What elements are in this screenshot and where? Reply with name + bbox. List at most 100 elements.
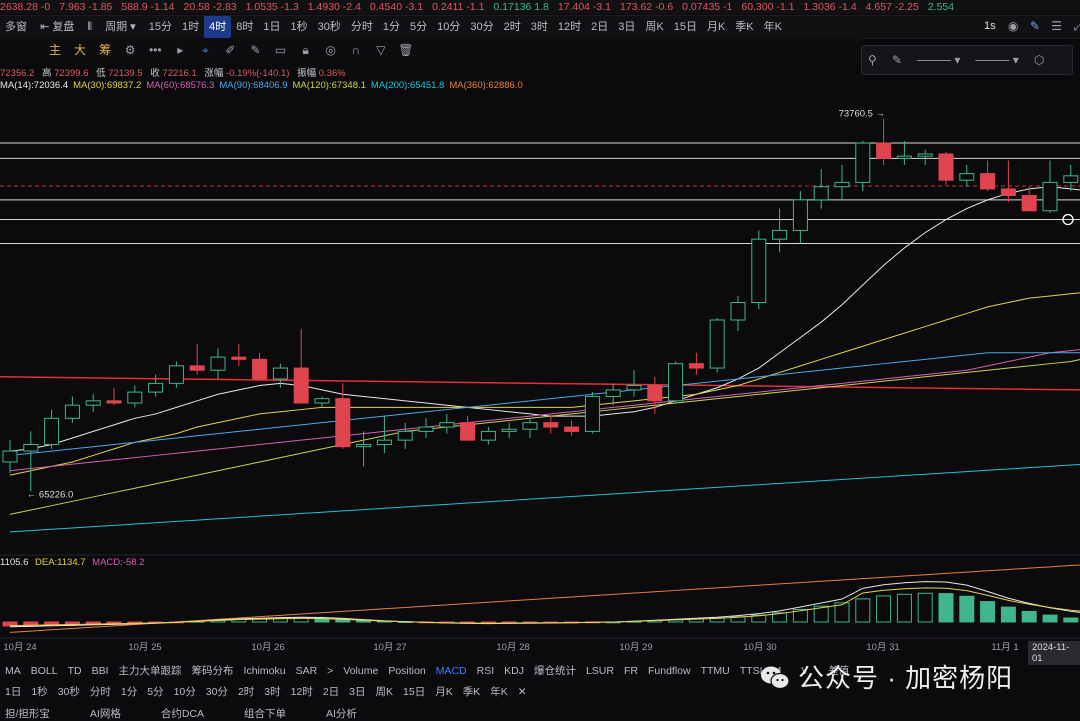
- candle-body: [751, 238, 767, 304]
- candle-body: [127, 391, 143, 404]
- indicator-tab[interactable]: MACD: [431, 662, 472, 680]
- ma-line-5: [9, 463, 1080, 533]
- candle-body: [647, 385, 663, 402]
- date-label: 11月 1: [991, 642, 1018, 653]
- bottom-interval-季K[interactable]: 季K: [458, 683, 486, 701]
- macd-bar: [1042, 614, 1058, 623]
- macd-bar: [896, 593, 912, 623]
- candle-body: [44, 417, 60, 446]
- function-button[interactable]: AI分析: [321, 705, 362, 721]
- date-label: 10月 28: [496, 642, 529, 653]
- ma-line-2: [9, 349, 1080, 472]
- candle-body: [252, 358, 268, 380]
- close-icon[interactable]: ✕: [513, 683, 532, 701]
- function-button[interactable]: 组合下单: [239, 705, 291, 721]
- candle-body: [668, 363, 684, 402]
- indicator-tab[interactable]: LSUR: [581, 662, 619, 680]
- candle-body: [896, 155, 912, 159]
- candle-body: [917, 153, 933, 157]
- indicator-tab[interactable]: BBI: [87, 662, 114, 680]
- date-label: 10月 29: [619, 642, 652, 653]
- candle-body: [730, 302, 746, 321]
- candle-body: [106, 400, 122, 404]
- macd-bar: [1063, 617, 1079, 623]
- date-label: 10月 25: [128, 642, 161, 653]
- candle-body: [938, 153, 954, 181]
- date-label: 10月 27: [373, 642, 406, 653]
- function-button[interactable]: 担/担形宝: [0, 705, 55, 721]
- macd-bar: [980, 601, 996, 623]
- candle-body: [210, 356, 226, 371]
- indicator-tab[interactable]: FR: [619, 662, 643, 680]
- candle-body: [439, 422, 455, 428]
- bottom-interval-3日[interactable]: 3日: [344, 683, 370, 701]
- candle-body: [148, 382, 164, 393]
- bottom-interval-3时[interactable]: 3时: [259, 683, 285, 701]
- bottom-interval-30秒[interactable]: 30秒: [53, 683, 85, 701]
- ma-line-0: [9, 186, 1080, 452]
- candle-body: [168, 365, 184, 384]
- indicator-tab[interactable]: 爆仓统计: [529, 662, 581, 680]
- candle-body: [980, 173, 996, 190]
- candle-body: [293, 367, 309, 404]
- bottom-interval-30分[interactable]: 30分: [201, 683, 233, 701]
- bottom-interval-10分[interactable]: 10分: [169, 683, 201, 701]
- indicator-tab[interactable]: RSI: [472, 662, 500, 680]
- candle-body: [584, 395, 600, 432]
- candle-body: [876, 142, 892, 159]
- high-annotation: 73760.5 →: [839, 109, 885, 120]
- macd-bar: [876, 595, 892, 623]
- indicator-tab[interactable]: MA: [0, 662, 26, 680]
- candle-body: [772, 229, 788, 240]
- candle-body: [335, 398, 351, 448]
- bottom-interval-分时[interactable]: 分时: [85, 683, 116, 701]
- candle-body: [626, 385, 642, 391]
- bottom-interval-5分[interactable]: 5分: [142, 683, 168, 701]
- candle-body: [85, 400, 101, 406]
- macd-legend: 1105.6 DEA:1134.7 MACD:-58.2: [0, 557, 145, 568]
- indicator-tab[interactable]: TTMU: [696, 662, 735, 680]
- candle-body: [314, 398, 330, 404]
- candle-body: [376, 439, 392, 446]
- bottom-interval-12时[interactable]: 12时: [286, 683, 318, 701]
- candlestick-chart[interactable]: 73760.5 → ← 65226.0 10月 24 10月 25 10月 26 10月 …: [0, 0, 1080, 660]
- indicator-tab[interactable]: Position: [383, 662, 430, 680]
- indicator-tab[interactable]: SAR: [291, 662, 323, 680]
- candle-body: [959, 173, 975, 181]
- macd-bar: [959, 595, 975, 623]
- candle-body: [64, 404, 80, 419]
- bottom-interval-年K[interactable]: 年K: [485, 683, 513, 701]
- bottom-interval-2时[interactable]: 2时: [233, 683, 259, 701]
- indicator-tab[interactable]: Ichimoku: [239, 662, 291, 680]
- candle-body: [1000, 188, 1016, 196]
- candle-body: [356, 444, 372, 448]
- bottom-interval-月K[interactable]: 月K: [430, 683, 458, 701]
- indicator-tab[interactable]: KDJ: [499, 662, 529, 680]
- indicator-tab[interactable]: Fundflow: [643, 662, 696, 680]
- function-button[interactable]: 合约DCA: [156, 705, 209, 721]
- candle-body: [2, 450, 18, 463]
- candle-body: [813, 186, 829, 201]
- low-annotation: ← 65226.0: [27, 489, 73, 500]
- indicator-tab[interactable]: Volume: [338, 662, 383, 680]
- indicator-tab[interactable]: BOLL: [26, 662, 63, 680]
- bottom-interval-1日[interactable]: 1日: [0, 683, 26, 701]
- bottom-interval-1分[interactable]: 1分: [116, 683, 142, 701]
- bottom-interval-15日[interactable]: 15日: [398, 683, 430, 701]
- date-label: 10月 30: [743, 642, 776, 653]
- indicator-tab[interactable]: 筹码分布: [187, 662, 239, 680]
- indicator-tab[interactable]: 主力大单跟踪: [114, 662, 187, 680]
- indicator-tab[interactable]: >: [322, 662, 338, 680]
- candle-body: [855, 142, 871, 183]
- macd-bar: [1021, 610, 1037, 623]
- candle-body: [480, 430, 496, 441]
- candle-body: [688, 363, 704, 369]
- bottom-interval-1秒[interactable]: 1秒: [26, 683, 52, 701]
- candle-body: [709, 319, 725, 369]
- indicator-tab[interactable]: TD: [63, 662, 87, 680]
- function-button[interactable]: AI网格: [85, 705, 126, 721]
- candle-body: [189, 365, 205, 371]
- candle-body: [605, 389, 621, 397]
- bottom-interval-周K[interactable]: 周K: [371, 683, 399, 701]
- bottom-interval-2日[interactable]: 2日: [318, 683, 344, 701]
